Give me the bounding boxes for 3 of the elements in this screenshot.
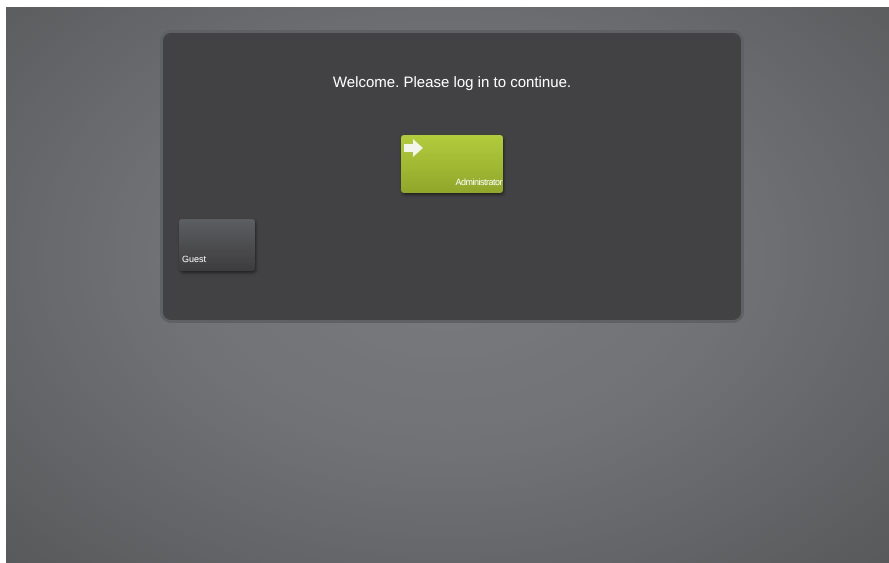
- arrow-icon: [404, 138, 424, 156]
- welcome-message: Welcome. Please log in to continue.: [332, 73, 572, 93]
- account-tile[interactable]: Guest: [179, 218, 255, 270]
